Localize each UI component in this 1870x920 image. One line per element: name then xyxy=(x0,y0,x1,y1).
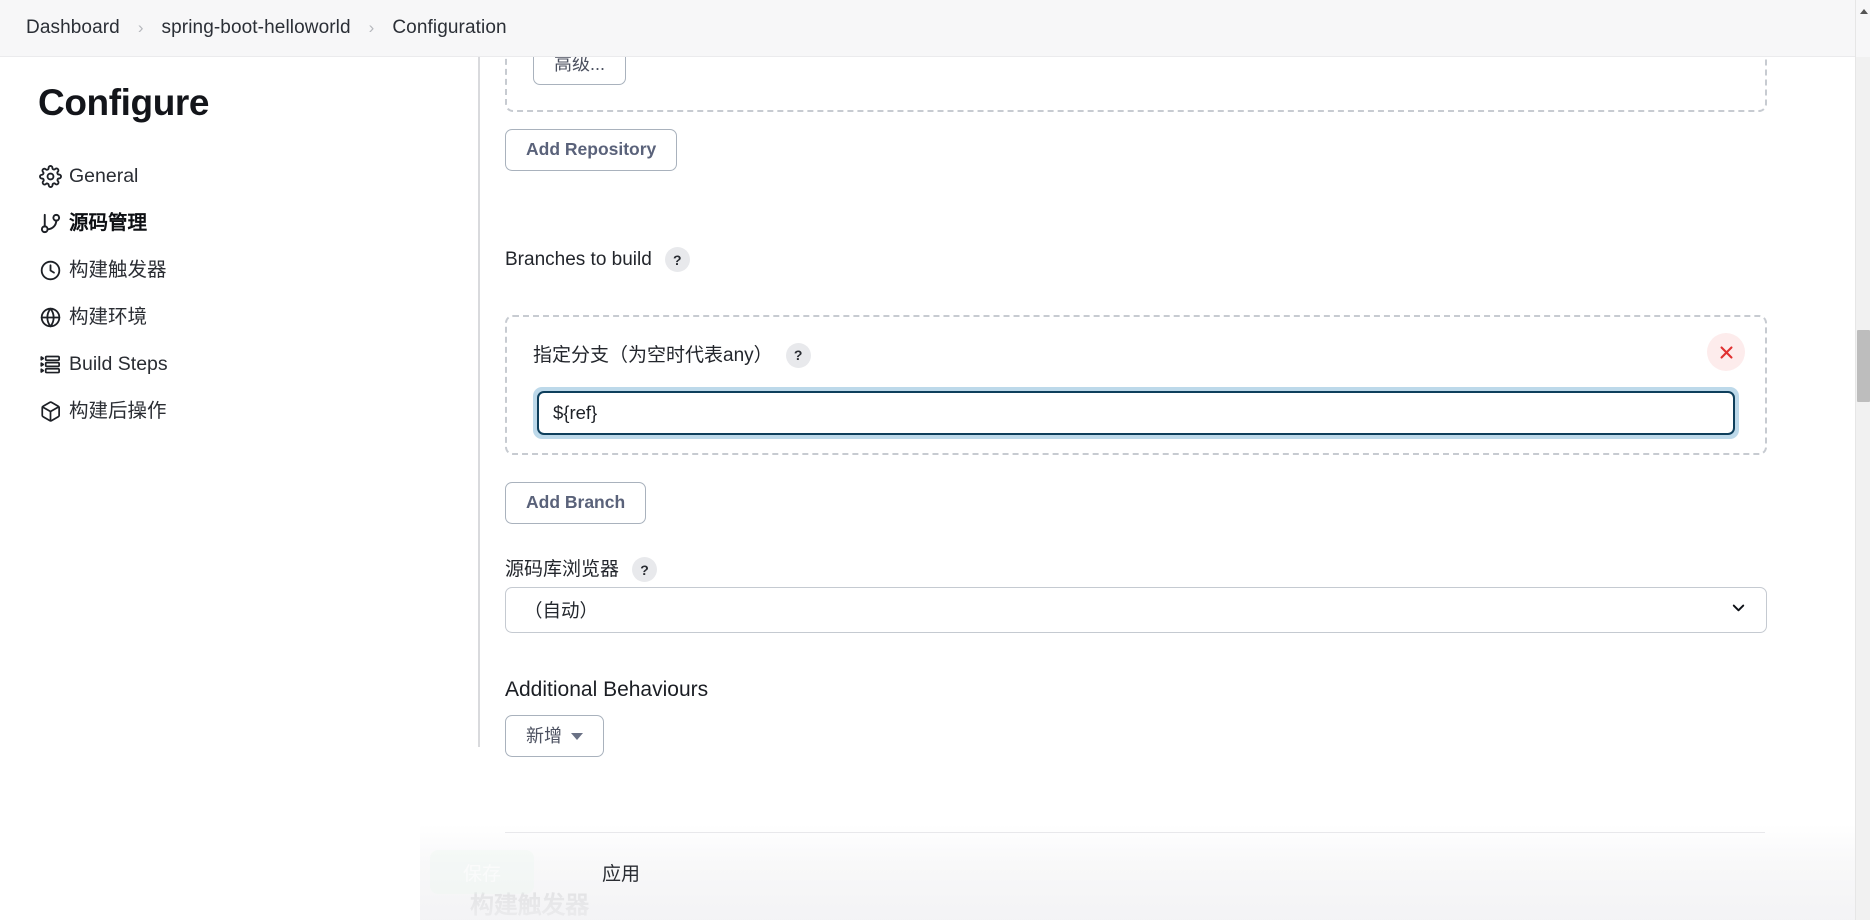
list-icon xyxy=(38,352,63,377)
breadcrumb-item-dashboard[interactable]: Dashboard xyxy=(22,15,124,41)
save-button[interactable]: 保存 xyxy=(430,850,534,894)
sidebar-item-build-steps[interactable]: Build Steps xyxy=(0,348,420,382)
scm-config-form: 高级... Add Repository Branches to build ?… xyxy=(420,57,1855,920)
branch-specifier-input[interactable] xyxy=(537,391,1735,435)
branch-specifier-label-row: 指定分支（为空时代表any） ? xyxy=(533,333,1745,371)
sidebar-nav: General 源码管理 构建触发器 构建环境 Build Steps 构建后操… xyxy=(0,160,420,429)
sidebar-item-post-build-actions[interactable]: 构建后操作 xyxy=(0,395,420,429)
sidebar-item-general[interactable]: General xyxy=(0,160,420,194)
add-behaviour-label: 新增 xyxy=(526,726,562,746)
repository-block: 高级... xyxy=(505,57,1767,112)
close-icon xyxy=(1718,344,1735,361)
add-behaviour-button[interactable]: 新增 xyxy=(505,715,604,757)
page-title: Configure xyxy=(38,82,210,123)
sidebar-item-label: 构建触发器 xyxy=(69,258,167,281)
repo-browser-label-row: 源码库浏览器 ? xyxy=(505,557,658,582)
page-root: Dashboard › spring-boot-helloworld › Con… xyxy=(0,0,1870,920)
sidebar-item-label: General xyxy=(69,164,139,187)
sidebar-item-label: 源码管理 xyxy=(69,211,148,234)
form-action-bar: 保存 应用 xyxy=(420,824,1855,920)
repo-browser-selected-value: （自动） xyxy=(524,600,599,621)
gear-icon xyxy=(38,164,63,189)
help-icon[interactable]: ? xyxy=(785,342,811,368)
vertical-scrollbar[interactable] xyxy=(1855,0,1870,920)
help-icon[interactable]: ? xyxy=(664,247,690,272)
additional-behaviours-label: Additional Behaviours xyxy=(505,678,709,701)
branch-specifier-label: 指定分支（为空时代表any） xyxy=(533,344,773,366)
scrollbar-thumb[interactable] xyxy=(1857,330,1870,402)
sidebar-item-label: 构建环境 xyxy=(69,305,148,328)
help-icon[interactable]: ? xyxy=(632,557,658,582)
section-rail xyxy=(478,57,480,747)
add-branch-button[interactable]: Add Branch xyxy=(505,482,647,524)
delete-branch-button[interactable] xyxy=(1707,333,1745,371)
globe-icon xyxy=(38,305,63,330)
breadcrumb-separator-icon: › xyxy=(137,18,144,37)
sidebar-item-label: 构建后操作 xyxy=(69,399,167,422)
branch-specifier-focus-ring xyxy=(533,387,1739,439)
sidebar-item-label: Build Steps xyxy=(69,352,168,375)
sidebar-item-build-environment[interactable]: 构建环境 xyxy=(0,301,420,335)
breadcrumb-item-job[interactable]: spring-boot-helloworld xyxy=(158,15,355,41)
chevron-down-icon xyxy=(1729,598,1748,622)
advanced-button[interactable]: 高级... xyxy=(533,57,627,85)
repo-browser-select[interactable]: （自动） xyxy=(505,587,1767,633)
apply-button[interactable]: 应用 xyxy=(584,850,658,894)
branches-to-build-label: Branches to build xyxy=(505,249,652,270)
breadcrumb: Dashboard › spring-boot-helloworld › Con… xyxy=(0,0,1855,57)
breadcrumb-separator-icon: › xyxy=(368,18,375,37)
advanced-button-wrap: 高级... xyxy=(533,57,627,85)
add-repository-button[interactable]: Add Repository xyxy=(505,129,678,171)
breadcrumb-item-configuration[interactable]: Configuration xyxy=(388,15,510,41)
scroll-up-arrow-icon[interactable] xyxy=(1856,4,1870,19)
sidebar-item-scm[interactable]: 源码管理 xyxy=(0,207,420,241)
package-icon xyxy=(38,399,63,424)
branches-to-build-label-row: Branches to build ? xyxy=(505,247,690,272)
sidebar-item-build-triggers[interactable]: 构建触发器 xyxy=(0,254,420,288)
git-branch-icon xyxy=(38,211,63,236)
clock-icon xyxy=(38,258,63,283)
caret-down-icon xyxy=(571,732,583,740)
sidebar: Configure General 源码管理 构建触发器 构建环境 Build … xyxy=(0,57,420,920)
repo-browser-label: 源码库浏览器 xyxy=(505,559,620,580)
branch-entry-block: 指定分支（为空时代表any） ? xyxy=(505,315,1767,455)
